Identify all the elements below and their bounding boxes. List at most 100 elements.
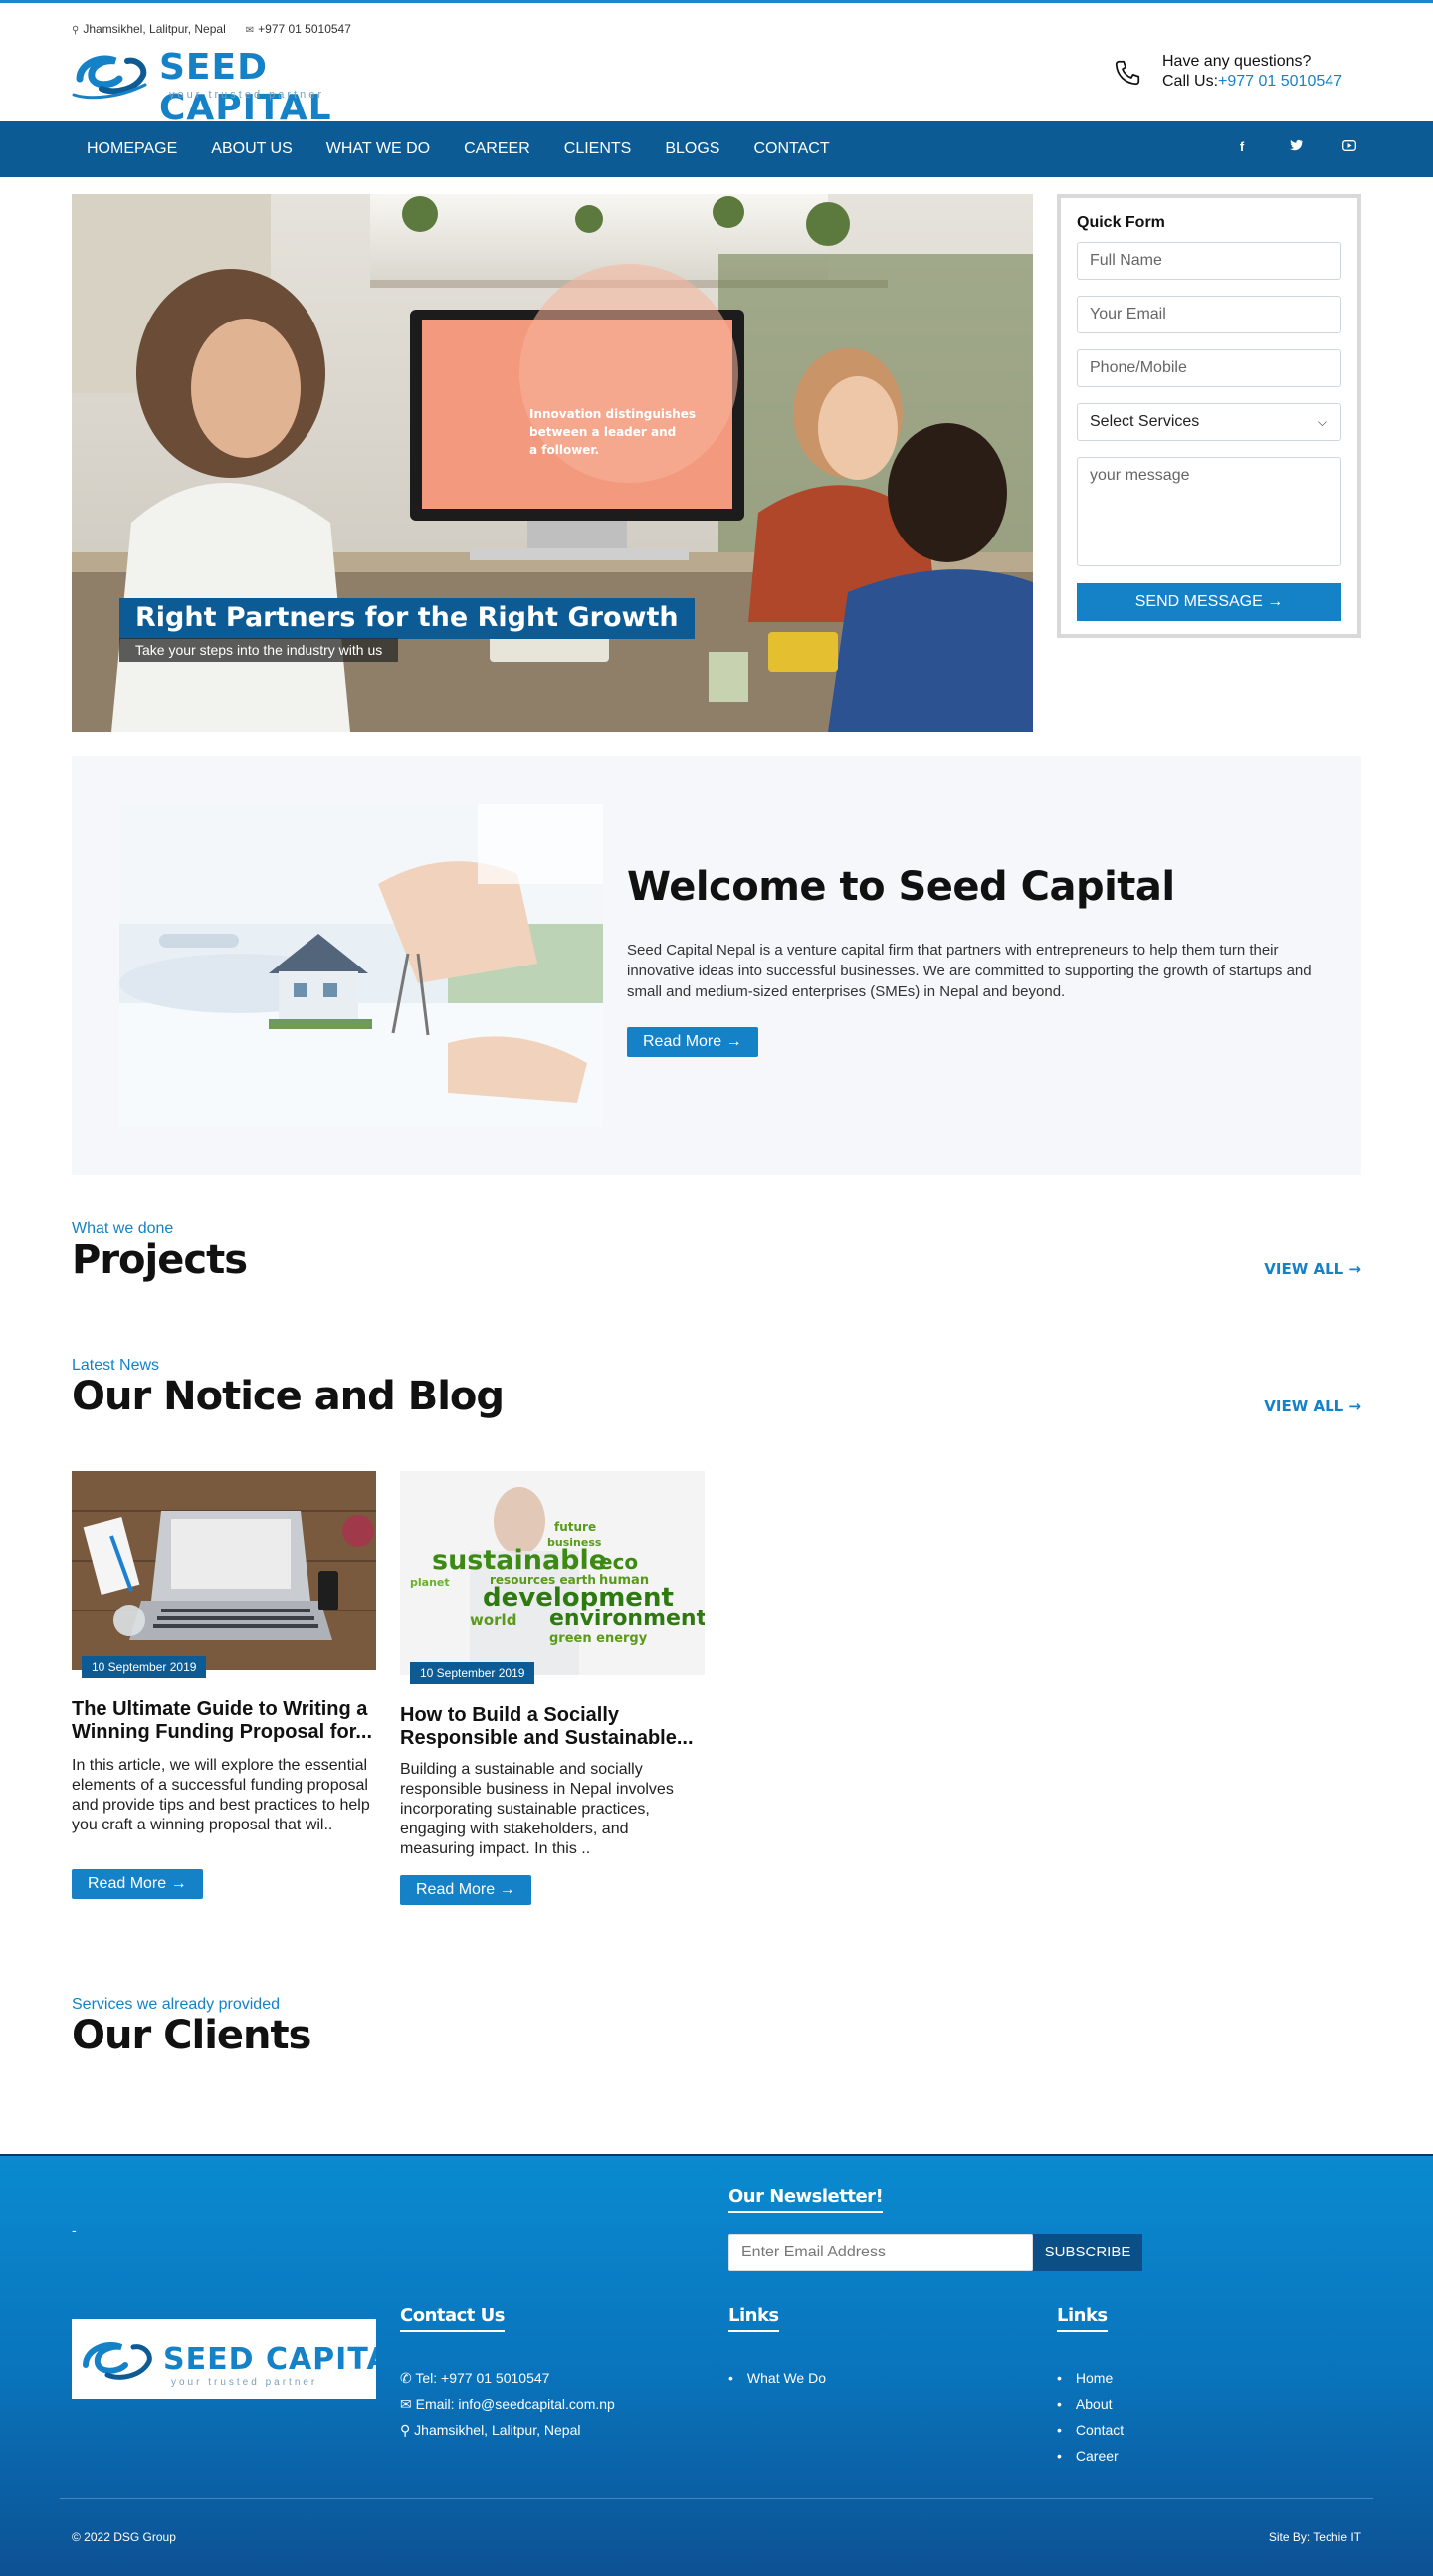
- blog-card-image[interactable]: [72, 1471, 376, 1670]
- welcome-read-more-button[interactable]: Read More →: [627, 1027, 758, 1057]
- blog-card-excerpt: In this article, we will explore the ess…: [72, 1757, 370, 1833]
- mail-icon: ✉: [400, 2396, 416, 2412]
- footer-email[interactable]: ✉ Email: info@seedcapital.com.np: [400, 2391, 615, 2417]
- email-input[interactable]: Your Email: [1077, 296, 1341, 333]
- welcome-image: [119, 804, 603, 1127]
- clients-eyebrow: Services we already provided: [72, 1996, 280, 2013]
- blog-view-all-link[interactable]: VIEW ALL →: [1264, 1397, 1361, 1415]
- nav-item-homepage[interactable]: HOMEPAGE: [70, 140, 194, 158]
- top-phone[interactable]: ✉ +977 01 5010547: [246, 22, 351, 36]
- location-pin-icon: ⚲: [72, 25, 80, 36]
- blog-card-read-more-button[interactable]: Read More →: [72, 1869, 203, 1899]
- blog-card-date: 10 September 2019: [410, 1662, 535, 1684]
- blog-card-image[interactable]: future business sustainable eco planet r…: [400, 1471, 705, 1675]
- welcome-title: Welcome to Seed Capital: [627, 864, 1175, 910]
- svg-text:Innovation distinguishes: Innovation distinguishes: [529, 407, 696, 421]
- logo-name: SEED CAPITAL: [159, 47, 332, 128]
- svg-text:SEED CAPITAL: SEED CAPITAL: [163, 2342, 376, 2377]
- footer-dash: -: [72, 2222, 77, 2238]
- quick-form-title: Quick Form: [1077, 214, 1165, 231]
- phone-icon: ✆: [400, 2370, 416, 2386]
- nav-item-career[interactable]: CAREER: [447, 140, 547, 158]
- logo-tagline: your trusted partner: [169, 89, 324, 101]
- footer-link-about[interactable]: About: [1057, 2391, 1124, 2417]
- quick-form: Quick Form Full Name Your Email Phone/Mo…: [1057, 194, 1361, 638]
- subscribe-button[interactable]: SUBSCRIBE: [1033, 2234, 1142, 2271]
- svg-text:environment: environment: [549, 1607, 705, 1631]
- call-us-line: Call Us:+977 01 5010547: [1162, 73, 1343, 90]
- links-title-2: Links: [1057, 2305, 1108, 2332]
- top-info-bar: ⚲ Jhamsikhel, Lalitpur, Nepal ✉ +977 01 50…: [72, 22, 351, 36]
- nav-item-contact[interactable]: CONTACT: [736, 140, 846, 158]
- services-select-value: Select Services: [1090, 413, 1200, 430]
- mail-icon: ✉: [245, 25, 255, 36]
- blog-card-read-more-button[interactable]: Read More →: [400, 1875, 531, 1905]
- nav-menu: HOMEPAGE ABOUT US WHAT WE DO CAREER CLIE…: [70, 121, 847, 177]
- welcome-section: Welcome to Seed Capital Seed Capital Nep…: [72, 756, 1361, 1175]
- footer-link-home[interactable]: Home: [1057, 2365, 1124, 2391]
- footer-logo[interactable]: SEED CAPITAL your trusted partner: [72, 2319, 410, 2399]
- phone-input[interactable]: Phone/Mobile: [1077, 349, 1341, 387]
- copyright-text: © 2022 DSG Group: [72, 2530, 176, 2544]
- site-header: ⚲ Jhamsikhel, Lalitpur, Nepal ✉ +977 01 50…: [0, 3, 1433, 128]
- contact-us-title: Contact Us: [400, 2305, 506, 2332]
- blog-card-date: 10 September 2019: [82, 1656, 207, 1678]
- hero-slider[interactable]: Innovation distinguishes between a leade…: [72, 194, 1033, 732]
- footer-links-2: Home About Contact Career: [1057, 2365, 1124, 2469]
- nav-item-what-we-do[interactable]: WHAT WE DO: [309, 140, 447, 158]
- services-select[interactable]: Select Services ⌵: [1077, 403, 1341, 441]
- links-title-1: Links: [728, 2305, 779, 2332]
- message-textarea[interactable]: your message: [1077, 457, 1341, 566]
- site-footer: - Our Newsletter! Enter Email Address SU…: [0, 2154, 1433, 2576]
- twitter-icon[interactable]: [1288, 139, 1304, 154]
- logo-mark-icon: [72, 55, 147, 100]
- projects-eyebrow: What we done: [72, 1220, 174, 1237]
- blog-card-title[interactable]: How to Build a Socially Responsible and …: [400, 1704, 705, 1750]
- footer-divider: [60, 2498, 1373, 2499]
- blog-title: Our Notice and Blog: [72, 1374, 505, 1419]
- nav-item-clients[interactable]: CLIENTS: [547, 140, 649, 158]
- blog-eyebrow: Latest News: [72, 1357, 160, 1374]
- clients-title: Our Clients: [72, 2013, 311, 2058]
- svg-text:eco: eco: [599, 1550, 638, 1574]
- nav-item-blogs[interactable]: BLOGS: [648, 140, 736, 158]
- svg-text:between a leader and: between a leader and: [529, 425, 676, 439]
- social-links: f: [1234, 139, 1357, 154]
- facebook-icon[interactable]: f: [1234, 139, 1250, 154]
- footer-phone[interactable]: ✆ Tel: +977 01 5010547: [400, 2365, 615, 2391]
- newsletter-title: Our Newsletter!: [728, 2186, 884, 2213]
- footer-links-1: What We Do: [728, 2365, 826, 2391]
- footer-link-contact[interactable]: Contact: [1057, 2417, 1124, 2443]
- location-pin-icon: ⚲: [400, 2422, 415, 2438]
- chevron-down-icon: ⌵: [1317, 415, 1327, 429]
- svg-text:green energy: green energy: [549, 1631, 648, 1646]
- full-name-input[interactable]: Full Name: [1077, 242, 1341, 280]
- blog-card[interactable]: future business sustainable eco planet r…: [400, 1471, 705, 1909]
- svg-text:planet: planet: [410, 1576, 450, 1589]
- questions-label: Have any questions?: [1162, 53, 1312, 70]
- blog-card[interactable]: 10 September 2019 The Ultimate Guide to …: [72, 1471, 376, 1909]
- footer-contact-list: ✆ Tel: +977 01 5010547 ✉ Email: info@see…: [400, 2365, 615, 2443]
- footer-link-career[interactable]: Career: [1057, 2443, 1124, 2469]
- footer-link-what-we-do[interactable]: What We Do: [728, 2365, 826, 2391]
- site-logo[interactable]: SEED CAPITAL your trusted partner: [72, 45, 376, 128]
- send-message-button[interactable]: SEND MESSAGE →: [1077, 583, 1341, 621]
- svg-text:future: future: [554, 1520, 596, 1534]
- site-credit[interactable]: Site By: Techie IT: [1269, 2530, 1361, 2544]
- svg-text:sustainable: sustainable: [432, 1545, 607, 1576]
- svg-text:world: world: [470, 1611, 516, 1629]
- projects-view-all-link[interactable]: VIEW ALL →: [1264, 1260, 1361, 1278]
- hero-subtitle: Take your steps into the industry with u…: [119, 638, 399, 662]
- header-contact: Have any questions? Call Us:+977 01 5010…: [1113, 50, 1371, 96]
- svg-text:your trusted partner: your trusted partner: [171, 2377, 317, 2388]
- newsletter-email-input[interactable]: Enter Email Address: [728, 2234, 1033, 2271]
- projects-title: Projects: [72, 1237, 248, 1283]
- blog-card-excerpt: Building a sustainable and socially resp…: [400, 1761, 674, 1857]
- blog-card-title[interactable]: The Ultimate Guide to Writing a Winning …: [72, 1698, 376, 1744]
- phone-icon: [1115, 60, 1140, 86]
- nav-item-about-us[interactable]: ABOUT US: [194, 140, 309, 158]
- youtube-icon[interactable]: [1341, 139, 1357, 154]
- footer-address: ⚲ Jhamsikhel, Lalitpur, Nepal: [400, 2422, 581, 2438]
- call-us-number[interactable]: +977 01 5010547: [1218, 73, 1342, 90]
- main-navigation: HOMEPAGE ABOUT US WHAT WE DO CAREER CLIE…: [0, 121, 1433, 177]
